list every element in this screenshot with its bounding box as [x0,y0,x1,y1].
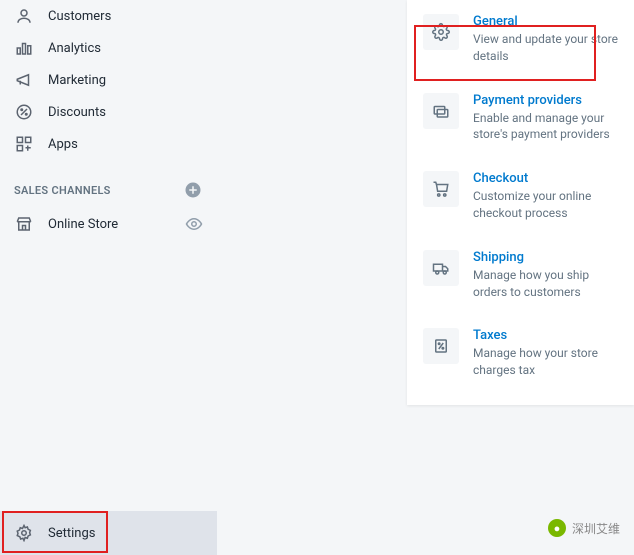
megaphone-icon [14,70,34,90]
sales-channels-label: SALES CHANNELS [14,184,111,197]
nav-customers[interactable]: Customers [0,0,217,32]
apps-icon [14,134,34,154]
taxes-icon [423,328,459,364]
settings-button[interactable]: Settings [0,511,217,555]
settings-general[interactable]: General View and update your store detai… [407,0,634,79]
nav-marketing[interactable]: Marketing [0,64,217,96]
settings-item-title: Shipping [473,250,618,265]
settings-item-desc: Customize your online checkout process [473,188,618,222]
gear-icon [14,523,34,543]
settings-item-desc: Enable and manage your store's payment p… [473,110,618,144]
nav-label: Apps [48,137,78,152]
settings-item-desc: Manage how you ship orders to customers [473,267,618,301]
settings-item-title: Checkout [473,171,618,186]
store-icon [14,214,34,234]
channel-online-store[interactable]: Online Store [0,208,217,240]
channel-label: Online Store [48,217,118,232]
nav-label: Discounts [48,105,106,120]
settings-panel: General View and update your store detai… [407,0,634,405]
shipping-icon [423,250,459,286]
nav-discounts[interactable]: Discounts [0,96,217,128]
nav-analytics[interactable]: Analytics [0,32,217,64]
settings-item-desc: View and update your store details [473,31,618,65]
sidebar: Customers Analytics Marketing Discounts … [0,0,217,555]
settings-label: Settings [48,526,95,541]
nav-label: Analytics [48,41,101,56]
analytics-icon [14,38,34,58]
sales-channels-header: SALES CHANNELS [0,160,217,208]
view-store-button[interactable] [185,215,203,233]
discount-icon [14,102,34,122]
user-icon [14,6,34,26]
nav-label: Customers [48,9,111,24]
settings-checkout[interactable]: Checkout Customize your online checkout … [407,157,634,236]
settings-item-title: Taxes [473,328,618,343]
wechat-icon: ● [548,519,566,537]
settings-taxes[interactable]: Taxes Manage how your store charges tax [407,314,634,393]
checkout-icon [423,171,459,207]
settings-item-title: General [473,14,618,29]
nav-label: Marketing [48,73,106,88]
settings-payment-providers[interactable]: Payment providers Enable and manage your… [407,79,634,158]
settings-item-title: Payment providers [473,93,618,108]
watermark-text: 深圳艾维 [572,520,620,537]
settings-item-desc: Manage how your store charges tax [473,345,618,379]
main-area: General View and update your store detai… [217,0,634,555]
payment-icon [423,93,459,129]
settings-shipping[interactable]: Shipping Manage how you ship orders to c… [407,236,634,315]
nav-apps[interactable]: Apps [0,128,217,160]
add-channel-button[interactable] [183,180,203,200]
gear-icon [423,14,459,50]
watermark: ● 深圳艾维 [548,519,620,537]
